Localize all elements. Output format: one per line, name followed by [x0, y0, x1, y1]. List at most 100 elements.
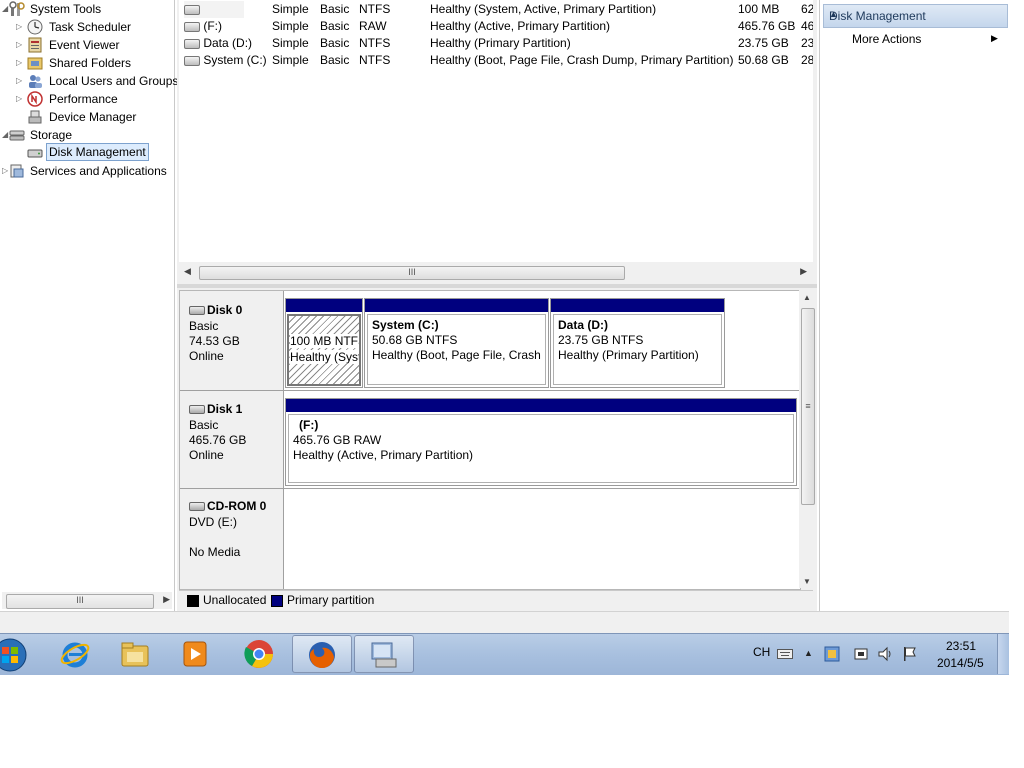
disk-state: Online — [189, 349, 224, 363]
tree-item-label: Task Scheduler — [49, 20, 132, 34]
tree-item-services-applications[interactable]: ▷ Services and Applications — [0, 162, 174, 180]
tree-item-system-tools[interactable]: ◢ System Tools — [0, 0, 174, 18]
partition-color-bar — [286, 299, 362, 312]
partition-system-c[interactable]: System (C:) 50.68 GB NTFS Healthy (Boot,… — [364, 298, 549, 388]
performance-icon — [27, 91, 43, 107]
input-language-indicator[interactable]: CH — [753, 645, 770, 659]
actions-header-disk-management[interactable]: Disk Management ▲ — [823, 4, 1008, 28]
partition-title: (F:) — [299, 418, 319, 432]
tree-item-label: Event Viewer — [49, 38, 120, 52]
scroll-left-icon[interactable]: ◀ — [184, 266, 191, 277]
media-player-button[interactable] — [166, 635, 224, 673]
scroll-down-icon[interactable]: ▼ — [803, 577, 811, 586]
disk-info-panel[interactable]: Disk 1 Basic 465.76 GB Online — [180, 391, 284, 488]
collapse-caret-icon[interactable]: ▲ — [829, 9, 1001, 19]
tree-item-event-viewer[interactable]: ▷ Event Viewer — [0, 36, 174, 54]
partition-size: 50.68 GB NTFS — [372, 333, 458, 347]
disk-management-icon — [27, 149, 43, 158]
disk-row-disk-0[interactable]: Disk 0 Basic 74.53 GB Online 100 MB NTFS… — [180, 291, 800, 391]
internet-explorer-icon — [60, 642, 90, 668]
tree-item-performance[interactable]: ▷ Performance — [0, 90, 174, 108]
folder-icon — [121, 642, 149, 667]
partition-color-bar — [286, 399, 796, 412]
expand-arrow-icon[interactable]: ▷ — [16, 58, 24, 68]
expand-arrow-icon[interactable]: ▷ — [16, 76, 24, 86]
status-cell: Healthy (Primary Partition) — [430, 36, 571, 50]
action-center-flag-icon[interactable] — [902, 646, 918, 662]
drive-icon — [184, 55, 200, 66]
shared-folders-icon — [27, 57, 43, 70]
partition-status: Healthy (System, Active, Primary Partiti… — [290, 350, 359, 364]
volume-row[interactable]: System (C:) Simple Basic NTFS Healthy (B… — [179, 52, 813, 69]
clock-time[interactable]: 23:51 — [946, 639, 976, 653]
layout-cell: Simple — [272, 36, 309, 50]
disk-title: Disk 0 — [189, 303, 242, 317]
internet-explorer-button[interactable] — [46, 635, 104, 673]
network-tray-icon[interactable] — [824, 646, 840, 662]
submenu-arrow-icon[interactable]: ▶ — [991, 33, 998, 44]
more-actions-item[interactable]: More Actions — [852, 32, 921, 46]
firefox-button[interactable] — [292, 635, 352, 673]
partition-status: Healthy (Primary Partition) — [558, 348, 699, 362]
computer-management-icon — [371, 642, 397, 668]
volume-name-cell — [184, 1, 244, 18]
tree-item-shared-folders[interactable]: ▷ Shared Folders — [0, 54, 174, 72]
disk-view-vertical-scrollbar[interactable]: ▲ ≡ ▼ — [799, 290, 816, 588]
disk-info-panel[interactable]: CD-ROM 0 DVD (E:) No Media — [180, 489, 284, 589]
keyboard-icon[interactable] — [777, 649, 793, 659]
tree-item-device-manager[interactable]: Device Manager — [0, 108, 174, 126]
tree-horizontal-scrollbar[interactable]: III ▶ — [2, 592, 172, 609]
partition-title: Data (D:) — [558, 318, 608, 332]
volume-row[interactable]: Simple Basic NTFS Healthy (System, Activ… — [179, 1, 813, 18]
computer-management-button[interactable] — [354, 635, 414, 673]
scroll-right-icon[interactable]: ▶ — [800, 266, 807, 277]
show-hidden-icons-icon[interactable]: ▲ — [804, 648, 813, 658]
type-cell: Basic — [320, 36, 350, 50]
tree-item-local-users[interactable]: ▷ Local Users and Groups — [0, 72, 178, 90]
event-viewer-icon — [28, 37, 42, 53]
expand-arrow-icon[interactable]: ▷ — [16, 40, 24, 50]
expand-arrow-icon[interactable]: ▷ — [16, 22, 24, 32]
filesystem-cell: NTFS — [359, 2, 391, 16]
volume-name-cell: (F:) — [184, 18, 222, 35]
chrome-button[interactable] — [230, 635, 288, 673]
partition-color-bar — [551, 299, 724, 312]
disk-info-panel[interactable]: Disk 0 Basic 74.53 GB Online — [180, 291, 284, 390]
clock-date[interactable]: 2014/5/5 — [937, 656, 984, 670]
drive-icon — [184, 38, 200, 49]
scrollbar-thumb[interactable]: III — [6, 594, 154, 609]
partition-data-d[interactable]: Data (D:) 23.75 GB NTFS Healthy (Primary… — [550, 298, 725, 388]
scroll-right-icon[interactable]: ▶ — [163, 594, 170, 605]
tree-item-disk-management[interactable]: Disk Management — [0, 143, 174, 162]
windows-orb-icon — [0, 638, 27, 672]
tree-item-label: Services and Applications — [30, 164, 167, 178]
show-desktop-button[interactable] — [997, 634, 1009, 674]
expand-arrow-icon[interactable]: ▷ — [16, 94, 24, 104]
volume-list: Simple Basic NTFS Healthy (System, Activ… — [179, 0, 813, 262]
power-plug-icon[interactable] — [853, 646, 871, 662]
disk-row-cdrom-0[interactable]: CD-ROM 0 DVD (E:) No Media — [180, 489, 800, 589]
disk-row-disk-1[interactable]: Disk 1 Basic 465.76 GB Online (F:) 465.7… — [180, 391, 800, 489]
cd-drive-icon — [189, 502, 205, 512]
tree-item-task-scheduler[interactable]: ▷ Task Scheduler — [0, 18, 174, 36]
status-cell: Healthy (System, Active, Primary Partiti… — [430, 2, 657, 16]
partition-system-reserved[interactable]: 100 MB NTFS Healthy (System, Active, Pri… — [285, 298, 363, 388]
pane-splitter[interactable] — [177, 284, 817, 288]
volume-icon[interactable] — [877, 646, 895, 662]
volume-row[interactable]: Data (D:) Simple Basic NTFS Healthy (Pri… — [179, 35, 813, 52]
volume-list-horizontal-scrollbar[interactable]: ◀ III ▶ — [179, 264, 813, 281]
type-cell: Basic — [320, 53, 350, 67]
tree-item-storage[interactable]: ◢ Storage — [0, 126, 174, 144]
scrollbar-thumb[interactable]: ≡ — [801, 308, 815, 505]
partition-body: (F:) 465.76 GB RAW Healthy (Active, Prim… — [288, 414, 794, 483]
capacity-cell: 23.75 GB — [738, 36, 789, 50]
windows-explorer-button[interactable] — [106, 635, 164, 673]
disk-title: CD-ROM 0 — [189, 499, 266, 513]
free-space-cell: 23. — [801, 36, 813, 50]
legend-unallocated-label: Unallocated — [203, 593, 267, 607]
volume-row[interactable]: (F:) Simple Basic RAW Healthy (Active, P… — [179, 18, 813, 35]
start-button[interactable] — [0, 635, 34, 673]
scroll-up-icon[interactable]: ▲ — [803, 293, 811, 302]
partition-f[interactable]: (F:) 465.76 GB RAW Healthy (Active, Prim… — [285, 398, 797, 486]
scrollbar-thumb[interactable]: III — [199, 266, 625, 280]
